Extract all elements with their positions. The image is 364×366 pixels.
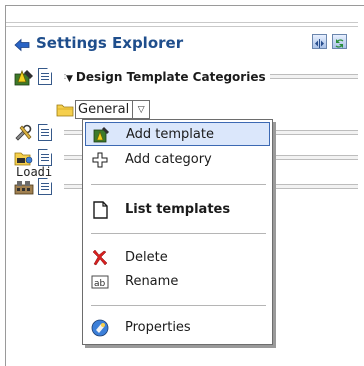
menu-label: Properties	[125, 320, 191, 335]
expand-triangle-icon[interactable]: ▼	[66, 74, 73, 84]
rename-icon: ab	[91, 273, 109, 291]
collapse-all-icon[interactable]	[312, 34, 327, 49]
menu-item-list-templates[interactable]: List templates	[85, 198, 270, 222]
open-document-icon[interactable]	[38, 68, 52, 85]
menu-label: List templates	[125, 202, 231, 217]
menu-item-properties[interactable]: Properties	[85, 316, 270, 340]
menu-separator	[91, 233, 266, 234]
category-row-design-templates[interactable]: ▼ Design Template Categories	[6, 66, 358, 88]
category-label-design-templates[interactable]: ▼ Design Template Categories	[66, 70, 270, 84]
title-rule	[6, 22, 358, 27]
menu-item-rename[interactable]: ab Rename	[85, 270, 270, 294]
properties-icon	[91, 319, 109, 337]
general-label: General	[76, 101, 134, 118]
chevron-down-icon[interactable]: ▽	[133, 101, 149, 118]
list-templates-icon	[91, 201, 109, 219]
menu-label: Rename	[125, 274, 179, 289]
menu-item-add-category[interactable]: Add category	[85, 148, 270, 172]
menu-label: Add category	[125, 152, 212, 167]
settings-explorer-window: Settings Explorer ▼ Design Template Categ…	[0, 0, 364, 366]
menu-label: Add template	[126, 127, 214, 142]
folder-icon	[56, 102, 74, 117]
svg-text:ab: ab	[94, 279, 106, 289]
category-label-text: Design Template Categories	[75, 70, 266, 84]
menu-label: Delete	[125, 250, 168, 265]
menu-item-delete[interactable]: Delete	[85, 246, 270, 270]
general-dropdown[interactable]: General ▽	[75, 100, 151, 119]
machines-icon	[14, 178, 34, 196]
open-document-icon[interactable]	[38, 124, 52, 141]
back-arrow-icon[interactable]	[14, 37, 30, 52]
menu-separator	[91, 184, 266, 185]
refresh-icon[interactable]	[332, 34, 347, 49]
design-templates-icon	[14, 68, 34, 86]
page-title: Settings Explorer	[36, 34, 184, 52]
menu-item-add-template[interactable]: Add template	[85, 122, 270, 146]
context-menu: Add template Add category List templates	[82, 119, 273, 345]
menu-separator	[91, 305, 266, 306]
title-bar: Settings Explorer	[6, 22, 358, 52]
tools-icon	[14, 124, 34, 142]
delete-icon	[91, 249, 109, 267]
add-template-icon	[92, 126, 110, 144]
add-category-icon	[91, 151, 109, 169]
open-document-icon[interactable]	[38, 178, 52, 195]
